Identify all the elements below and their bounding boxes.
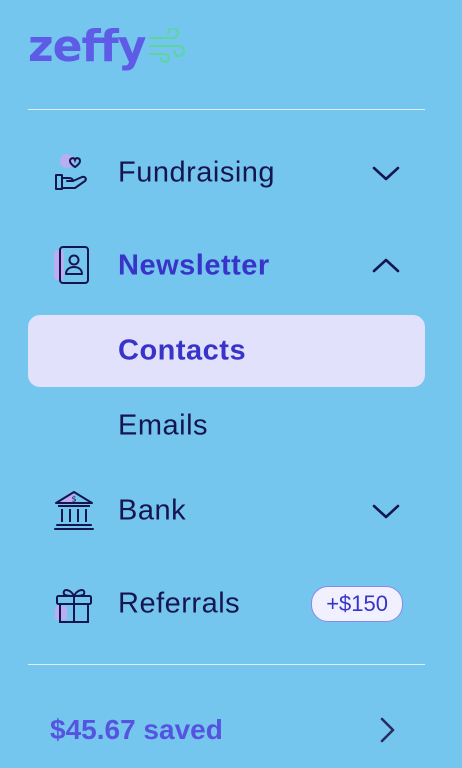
nav-item-fundraising[interactable]: Fundraising — [28, 137, 425, 209]
chevron-right-icon — [380, 717, 395, 743]
wind-icon — [149, 28, 186, 64]
chevron-down-icon[interactable] — [371, 501, 401, 521]
top-divider — [28, 109, 425, 110]
nav-item-newsletter[interactable]: Newsletter — [28, 230, 425, 302]
subnav-label-contacts: Contacts — [118, 334, 247, 367]
subnav-item-emails[interactable]: Emails — [28, 390, 425, 462]
svg-text:$: $ — [71, 495, 76, 504]
chevron-down-icon[interactable] — [371, 163, 401, 183]
nav-item-referrals[interactable]: Referrals +$150 — [28, 568, 425, 640]
brand-name: zeffy — [28, 21, 146, 72]
hand-heart-icon — [55, 154, 87, 190]
nav-item-bank[interactable]: $ Bank — [28, 475, 425, 547]
nav-label-newsletter: Newsletter — [118, 249, 270, 282]
subnav-label-emails: Emails — [118, 409, 209, 442]
contact-card-icon — [54, 246, 89, 284]
bank-icon: $ — [54, 491, 94, 530]
bottom-divider — [28, 664, 425, 665]
zeffy-logo[interactable]: zeffy — [28, 21, 186, 78]
referral-bonus-badge: +$150 — [311, 586, 403, 622]
subnav-item-contacts[interactable]: Contacts — [28, 315, 425, 387]
nav-label-bank: Bank — [118, 494, 187, 527]
gift-icon — [55, 589, 92, 623]
chevron-up-icon[interactable] — [371, 256, 401, 276]
nav-label-referrals: Referrals — [118, 587, 241, 620]
savings-summary-link[interactable]: $45.67 saved — [28, 694, 425, 766]
nav-label-fundraising: Fundraising — [118, 156, 276, 189]
saved-amount: $45.67 saved — [50, 714, 223, 745]
